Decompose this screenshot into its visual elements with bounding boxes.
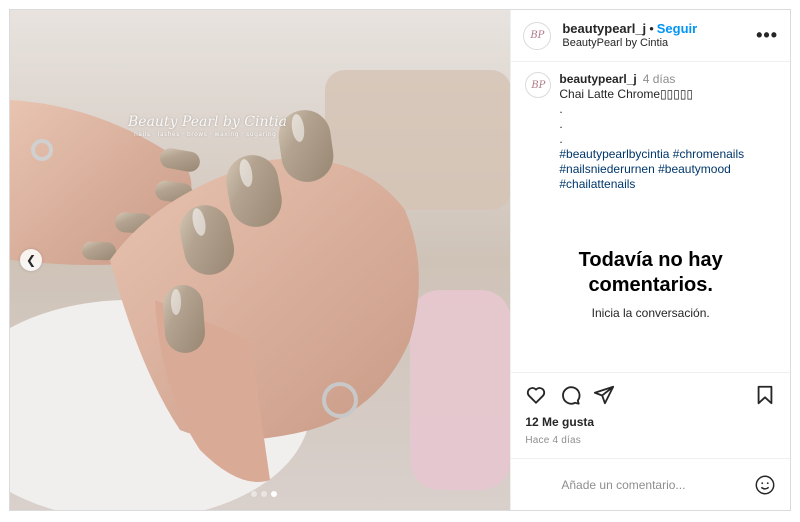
- caption-dot-line: .: [559, 132, 563, 146]
- hashtag-line[interactable]: #beautypearlbycintia #chromenails: [559, 147, 744, 162]
- caption-avatar-initials: BP: [531, 79, 546, 91]
- hashtag-line[interactable]: #chailattenails: [559, 177, 744, 192]
- profile-subtitle: BeautyPearl by Cintia: [562, 36, 669, 49]
- post-modal: Beauty Pearl by Cintia nails · lashes · …: [9, 9, 791, 511]
- avatar[interactable]: BP: [523, 21, 552, 50]
- caption-avatar[interactable]: BP: [525, 72, 552, 98]
- carousel-dot: [261, 491, 267, 497]
- comment-icon[interactable]: [559, 384, 581, 406]
- username-link[interactable]: beautypearl_j: [562, 21, 646, 36]
- empty-title-line2: comentarios.: [588, 274, 713, 296]
- post-photo: [10, 10, 511, 510]
- add-comment-bar: [511, 458, 790, 510]
- post-header: BP beautypearl_j • Seguir BeautyPearl by C…: [511, 10, 790, 62]
- separator: •: [649, 20, 654, 36]
- post-timestamp: Hace 4 días: [525, 435, 581, 446]
- post-side-panel: BP beautypearl_j • Seguir BeautyPearl by C…: [510, 10, 790, 510]
- watermark-subtitle: nails · lashes · brows · waxing · sugari…: [134, 131, 277, 138]
- empty-comments-subtitle: Inicia la conversación.: [591, 306, 710, 320]
- carousel-dots: [251, 491, 277, 497]
- follow-button[interactable]: Seguir: [657, 21, 697, 36]
- caption: BP beautypearl_j 4 días Chai Latte Chrome…: [525, 72, 776, 192]
- header-text: beautypearl_j • Seguir BeautyPearl by Cint…: [562, 21, 756, 51]
- comments-area: BP beautypearl_j 4 días Chai Latte Chrome…: [511, 62, 790, 372]
- watermark-title: Beauty Pearl by Cintia: [128, 114, 287, 130]
- caption-username[interactable]: beautypearl_j: [559, 72, 636, 86]
- avatar-initials: BP: [530, 30, 545, 41]
- header-top: beautypearl_j • Seguir: [562, 21, 756, 37]
- more-options-icon[interactable]: •••: [756, 25, 778, 46]
- emoji-icon[interactable]: [754, 474, 776, 496]
- carousel-prev-button[interactable]: ❮: [20, 249, 42, 271]
- chevron-left-icon: ❮: [25, 253, 37, 267]
- bookmark-icon[interactable]: [754, 384, 776, 406]
- hashtag-line[interactable]: #nailsniederurnen #beautymood: [559, 162, 744, 177]
- action-row: [525, 381, 776, 409]
- share-icon[interactable]: [593, 384, 615, 406]
- empty-comments-title: Todavía no hay comentarios.: [511, 248, 790, 298]
- heart-icon[interactable]: [525, 384, 547, 406]
- empty-title-line1: Todavía no hay: [578, 249, 723, 271]
- caption-time: 4 días: [642, 72, 676, 86]
- carousel-dot: [251, 491, 257, 497]
- likes-count[interactable]: 12 Me gusta: [525, 415, 776, 429]
- caption-dot-line: .: [559, 102, 563, 116]
- caption-body: beautypearl_j 4 días Chai Latte Chrome▯▯▯…: [559, 72, 744, 192]
- carousel-dot: [271, 491, 277, 497]
- post-actions: 12 Me gusta Hace 4 días: [511, 372, 790, 458]
- post-media[interactable]: Beauty Pearl by Cintia nails · lashes · …: [10, 10, 511, 510]
- caption-text: Chai Latte Chrome▯▯▯▯▯: [559, 87, 694, 101]
- watermark: Beauty Pearl by Cintia nails · lashes · …: [128, 114, 287, 138]
- caption-dot-line: .: [559, 117, 563, 131]
- empty-comments: Todavía no hay comentarios. Inicia la co…: [511, 248, 790, 320]
- comment-input[interactable]: [561, 477, 754, 492]
